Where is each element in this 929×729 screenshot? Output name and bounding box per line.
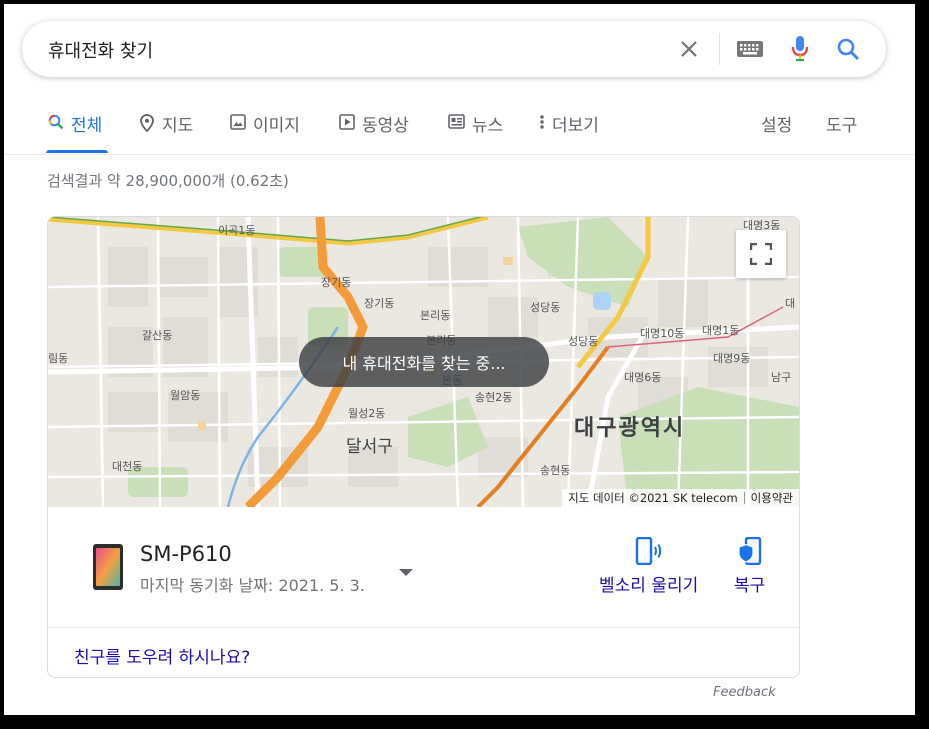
search-divider bbox=[719, 33, 720, 65]
map-label: 남구 bbox=[771, 371, 792, 384]
tab-settings[interactable]: 설정 bbox=[761, 111, 792, 151]
fullscreen-icon bbox=[750, 243, 772, 265]
recover-device-button[interactable]: 복구 bbox=[734, 537, 765, 596]
map-label: 대명10동 bbox=[640, 327, 685, 340]
video-icon bbox=[339, 114, 355, 130]
microphone-icon[interactable] bbox=[785, 34, 815, 64]
tab-label: 더보기 bbox=[552, 116, 599, 136]
map-label: 송현2동 bbox=[475, 391, 513, 404]
map-label: 본리동 bbox=[420, 309, 451, 322]
phone-ring-icon bbox=[635, 537, 661, 565]
tab-tools[interactable]: 도구 bbox=[826, 111, 857, 151]
map-attribution: 지도 데이터 ©2021 SK telecom 이용약관 bbox=[562, 489, 799, 507]
map-data-credit: 지도 데이터 ©2021 SK telecom bbox=[568, 491, 738, 505]
tab-maps[interactable]: 지도 bbox=[139, 111, 193, 151]
image-icon bbox=[230, 114, 246, 130]
map-label: 성당동 bbox=[568, 335, 599, 348]
device-row: SM-P610 마지막 동기화 날짜: 2021. 5. 3. 벨소리 울리기 … bbox=[48, 507, 799, 628]
result-stats: 검색결과 약 28,900,000개 (0.62초) bbox=[47, 172, 289, 190]
recover-device-label: 복구 bbox=[734, 576, 766, 596]
device-name[interactable]: SM-P610 bbox=[140, 542, 232, 566]
find-device-card: 이곡1동 장기동 장기동 본리동 본리동 본동 갈산동 월암동 월성2동 송현2… bbox=[47, 216, 800, 678]
tab-label: 설정 bbox=[761, 116, 793, 136]
device-dropdown-icon[interactable] bbox=[399, 569, 413, 576]
tab-more[interactable]: 더보기 bbox=[539, 111, 599, 151]
search-icon[interactable] bbox=[833, 34, 863, 64]
map-label: 대명6동 bbox=[624, 371, 662, 384]
map-label: 장기동 bbox=[321, 276, 352, 289]
map-label: 송현동 bbox=[540, 464, 571, 477]
map-label: 대천동 bbox=[112, 460, 143, 473]
tab-label: 지도 bbox=[162, 116, 194, 136]
tab-label: 이미지 bbox=[253, 116, 300, 136]
clear-icon[interactable] bbox=[674, 34, 704, 64]
page-frame: 휴대전화 찾기 전체 지도 이미지 동영상 뉴스 더보기 설정 도구 검색결과 … bbox=[4, 4, 915, 715]
attribution-separator bbox=[743, 492, 745, 504]
search-tabs: 전체 지도 이미지 동영상 뉴스 더보기 설정 도구 bbox=[4, 100, 915, 155]
tablet-device-icon bbox=[93, 544, 123, 590]
tab-news[interactable]: 뉴스 bbox=[448, 111, 503, 151]
map-pin-icon bbox=[140, 114, 154, 132]
map-label: 월성2동 bbox=[348, 407, 386, 420]
map-label: 월암동 bbox=[170, 389, 201, 402]
help-friend-link[interactable]: 친구를 도우려 하시나요? bbox=[74, 643, 250, 668]
more-vert-icon bbox=[540, 115, 544, 129]
tab-videos[interactable]: 동영상 bbox=[339, 111, 409, 151]
map-label: 대명9동 bbox=[713, 352, 751, 365]
map-label: 대구광역시 bbox=[574, 416, 686, 441]
tab-label: 동영상 bbox=[362, 116, 409, 136]
ring-device-label: 벨소리 울리기 bbox=[599, 576, 699, 596]
map-label: 장기동 bbox=[364, 297, 395, 310]
ring-device-button[interactable]: 벨소리 울리기 bbox=[599, 537, 698, 596]
tab-label: 도구 bbox=[826, 116, 858, 136]
map-label: 달서구 bbox=[346, 437, 393, 457]
device-map[interactable]: 이곡1동 장기동 장기동 본리동 본리동 본동 갈산동 월암동 월성2동 송현2… bbox=[48, 217, 799, 511]
tab-label: 뉴스 bbox=[472, 116, 504, 136]
tab-all[interactable]: 전체 bbox=[48, 111, 102, 151]
map-label: 갈산동 bbox=[142, 329, 173, 342]
news-icon bbox=[448, 114, 465, 129]
fullscreen-button[interactable] bbox=[736, 230, 786, 278]
active-tab-indicator bbox=[46, 150, 108, 153]
terms-link[interactable]: 이용약관 bbox=[751, 490, 793, 506]
device-last-sync: 마지막 동기화 날짜: 2021. 5. 3. bbox=[140, 576, 365, 595]
map-label: 림동 bbox=[48, 352, 69, 365]
search-icon bbox=[48, 114, 64, 130]
feedback-link[interactable]: Feedback bbox=[713, 685, 776, 700]
keyboard-icon[interactable] bbox=[735, 34, 765, 64]
tab-images[interactable]: 이미지 bbox=[230, 111, 300, 151]
tab-label: 전체 bbox=[71, 116, 103, 136]
locating-status: 내 휴대전화를 찾는 중... bbox=[299, 337, 549, 387]
secure-device-icon bbox=[738, 537, 761, 565]
map-label: 이곡1동 bbox=[218, 224, 256, 237]
search-input[interactable]: 휴대전화 찾기 bbox=[48, 37, 153, 63]
map-label: 성당동 bbox=[530, 301, 561, 314]
map-label: 대 bbox=[785, 297, 796, 310]
map-label: 대명1동 bbox=[702, 324, 740, 337]
search-box[interactable]: 휴대전화 찾기 bbox=[22, 21, 886, 77]
